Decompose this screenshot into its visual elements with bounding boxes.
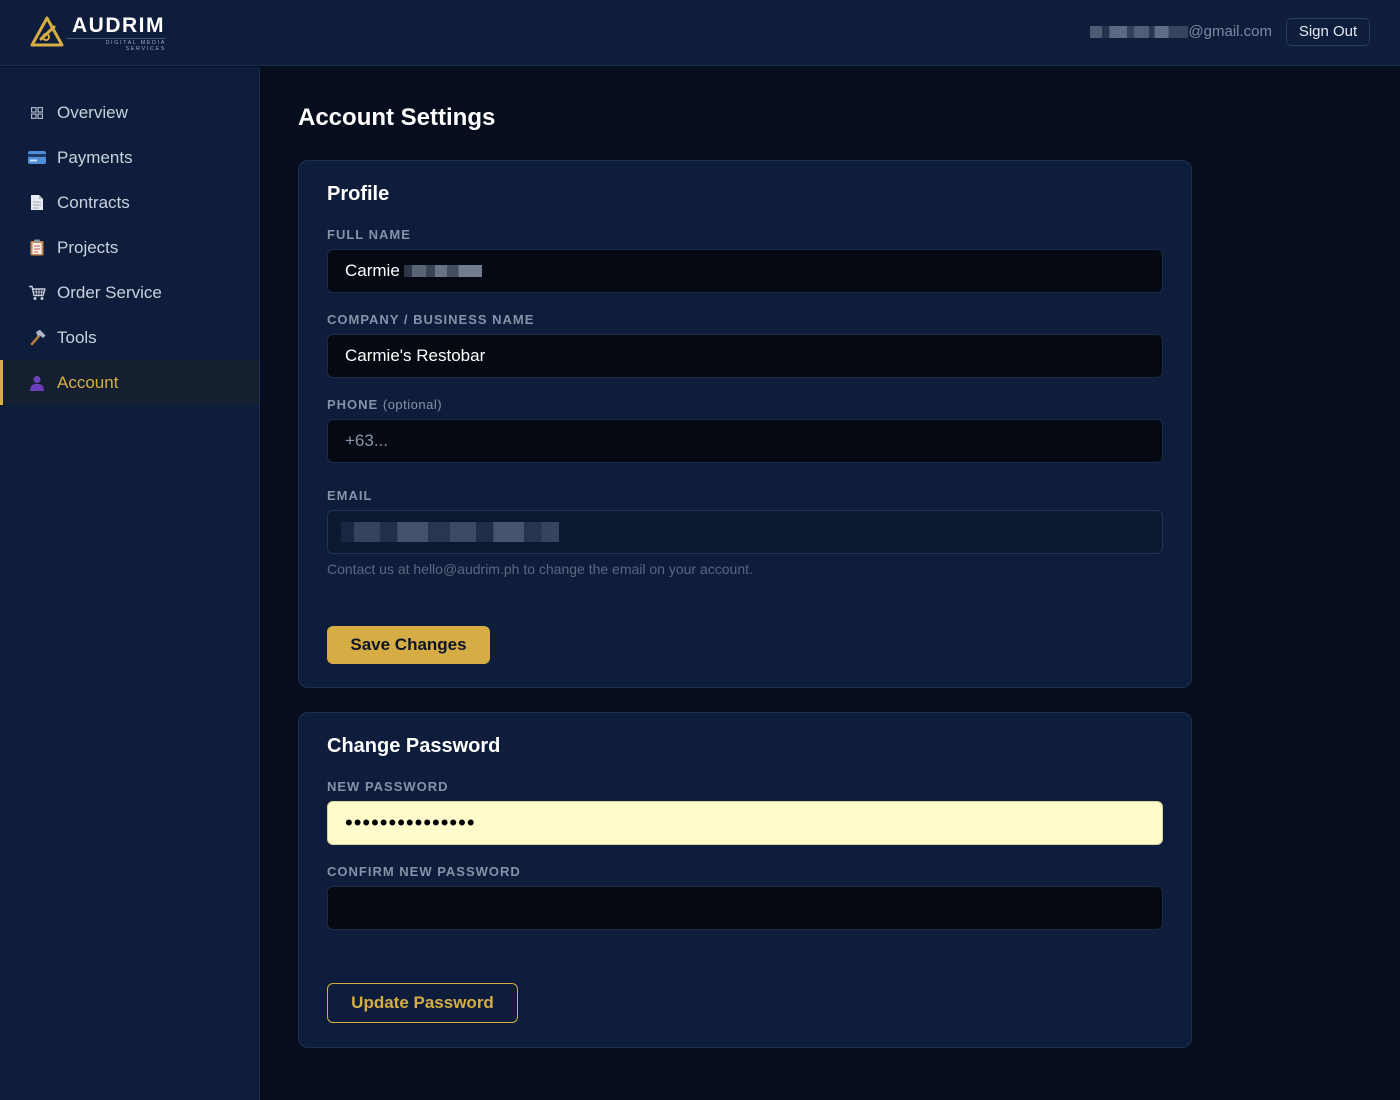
change-password-title: Change Password [327,735,501,757]
redacted-email-prefix [1090,26,1189,38]
sidebar-item-label: Payments [57,147,133,167]
top-bar: AUDRIM DIGITAL MEDIA SERVICES @gmail.com… [0,0,1400,66]
email-input [327,510,1163,554]
sidebar-item-label: Tools [57,327,97,347]
user-icon [28,374,46,392]
full-name-label: FULL NAME [327,227,411,242]
confirm-password-label: CONFIRM NEW PASSWORD [327,864,521,879]
user-email: @gmail.com [1090,22,1272,42]
sidebar-item-label: Contracts [57,192,130,212]
sidebar-item-contracts[interactable]: Contracts [0,180,259,225]
sidebar-item-payments[interactable]: Payments [0,135,259,180]
new-password-label: NEW PASSWORD [327,779,449,794]
sidebar-item-label: Order Service [57,282,162,302]
grid-icon [28,104,46,122]
profile-card: Profile FULL NAME Carmie COMPANY / BUSIN… [298,160,1192,688]
user-email-suffix: @gmail.com [1188,23,1272,40]
phone-label: PHONE (optional) [327,397,442,412]
phone-placeholder: +63... [345,431,389,450]
save-changes-button[interactable]: Save Changes [327,626,490,664]
company-label: COMPANY / BUSINESS NAME [327,312,535,327]
credit-card-icon [28,149,46,167]
clipboard-icon [28,239,46,257]
page-title: Account Settings [298,104,496,131]
company-value: Carmie's Restobar [345,346,486,365]
hammer-icon [28,329,46,347]
full-name-input[interactable]: Carmie [327,249,1163,293]
main-content: Account Settings Profile FULL NAME Carmi… [298,102,1192,1048]
update-password-button[interactable]: Update Password [327,983,518,1023]
full-name-value: Carmie [345,261,400,280]
phone-optional-note: (optional) [382,397,443,412]
audrim-logo-icon [30,16,64,47]
phone-label-text: PHONE [327,397,379,412]
email-label: EMAIL [327,488,373,503]
sidebar-item-order-service[interactable]: Order Service [0,270,259,315]
sidebar-item-account[interactable]: Account [0,360,259,405]
cart-icon [28,284,46,302]
sidebar-nav: Overview Payments Contracts Projects Ord… [0,90,259,405]
sidebar-item-label: Account [57,372,119,392]
new-password-value: ••••••••••••••• [345,810,476,835]
phone-input[interactable]: +63... [327,419,1163,463]
sidebar-item-label: Overview [57,102,128,122]
sidebar-item-tools[interactable]: Tools [0,315,259,360]
new-password-input[interactable]: ••••••••••••••• [327,801,1163,845]
sidebar-item-projects[interactable]: Projects [0,225,259,270]
email-hint: Contact us at hello@audrim.ph to change … [327,561,753,577]
company-input[interactable]: Carmie's Restobar [327,334,1163,378]
redacted-last-name [403,265,482,277]
sign-out-button[interactable]: Sign Out [1286,18,1370,46]
brand-logo[interactable]: AUDRIM DIGITAL MEDIA SERVICES [30,13,180,53]
change-password-card: Change Password NEW PASSWORD •••••••••••… [298,712,1192,1048]
profile-card-title: Profile [327,183,390,205]
brand-name: AUDRIM [72,14,165,37]
sidebar-item-overview[interactable]: Overview [0,90,259,135]
sidebar: Overview Payments Contracts Projects Ord… [0,67,260,1100]
confirm-password-input[interactable] [327,886,1163,930]
sidebar-item-label: Projects [57,237,119,257]
document-icon [28,194,46,212]
redacted-email-value [341,522,559,542]
brand-tagline: DIGITAL MEDIA SERVICES [66,38,166,52]
